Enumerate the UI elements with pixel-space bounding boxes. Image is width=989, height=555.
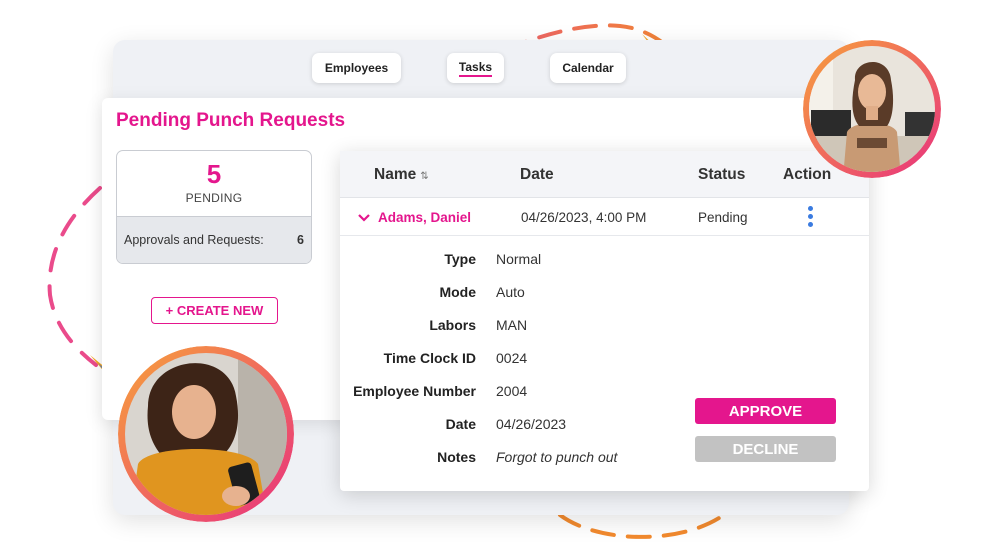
tab-calendar[interactable]: Calendar	[550, 53, 626, 83]
table-row[interactable]: Adams, Daniel 04/26/2023, 4:00 PM Pendin…	[340, 199, 869, 236]
tab-tasks-label: Tasks	[458, 60, 493, 77]
chevron-down-icon[interactable]	[358, 213, 370, 222]
employee-name: Adams, Daniel	[378, 210, 472, 225]
detail-label: Mode	[439, 284, 476, 300]
approve-button[interactable]: APPROVE	[695, 398, 836, 424]
pending-count-label: PENDING	[185, 191, 243, 205]
create-new-button[interactable]: + CREATE NEW	[151, 297, 278, 324]
decline-button[interactable]: DECLINE	[695, 436, 836, 462]
approvals-row: Approvals and Requests: 6	[117, 216, 311, 263]
tab-calendar-label: Calendar	[562, 61, 614, 75]
column-header-action: Action	[783, 166, 832, 183]
detail-value: 2004	[496, 383, 528, 399]
detail-label: Type	[444, 251, 476, 267]
detail-value: 04/26/2023	[496, 416, 567, 432]
column-header-status: Status	[698, 166, 746, 183]
page-title: Pending Punch Requests	[116, 110, 346, 131]
detail-field-time-clock-id: Time Clock ID 0024	[340, 350, 869, 370]
detail-field-type: Type Normal	[340, 251, 869, 271]
detail-field-labors: Labors MAN	[340, 317, 869, 337]
detail-label: Employee Number	[353, 383, 476, 399]
row-name-cell[interactable]: Adams, Daniel	[358, 210, 471, 225]
detail-value: Forgot to punch out	[496, 449, 618, 465]
tab-tasks[interactable]: Tasks	[447, 53, 504, 83]
request-detail-panel: Name ⇅ Date Status Action Adams, Daniel 0…	[340, 151, 869, 491]
avatar-phone-woman	[118, 346, 294, 522]
column-header-name[interactable]: Name ⇅	[374, 166, 429, 184]
detail-label: Time Clock ID	[383, 350, 476, 366]
approvals-label: Approvals and Requests:	[124, 233, 264, 247]
marketing-stage: Employees Tasks Calendar Pending Punch R…	[0, 0, 989, 555]
detail-label: Labors	[429, 317, 476, 333]
detail-value: 0024	[496, 350, 528, 366]
detail-label: Date	[445, 416, 476, 432]
approvals-count: 6	[297, 233, 304, 247]
column-header-date: Date	[520, 166, 554, 183]
detail-value: Normal	[496, 251, 542, 267]
column-header-name-label: Name	[374, 166, 417, 183]
pending-summary-box[interactable]: 5 PENDING Approvals and Requests: 6	[116, 150, 312, 264]
tab-employees-label: Employees	[324, 61, 389, 75]
kebab-menu-icon[interactable]	[806, 206, 814, 230]
detail-field-mode: Mode Auto	[340, 284, 869, 304]
pending-count: 5	[206, 159, 222, 189]
sort-arrows-icon[interactable]: ⇅	[420, 171, 428, 182]
detail-value: MAN	[496, 317, 528, 333]
row-date: 04/26/2023, 4:00 PM	[521, 210, 647, 225]
tab-employees[interactable]: Employees	[312, 53, 401, 83]
table-header: Name ⇅ Date Status Action	[340, 151, 869, 198]
avatar-office-woman	[803, 40, 941, 178]
detail-label: Notes	[437, 449, 476, 465]
row-status: Pending	[698, 210, 748, 225]
detail-value: Auto	[496, 284, 525, 300]
